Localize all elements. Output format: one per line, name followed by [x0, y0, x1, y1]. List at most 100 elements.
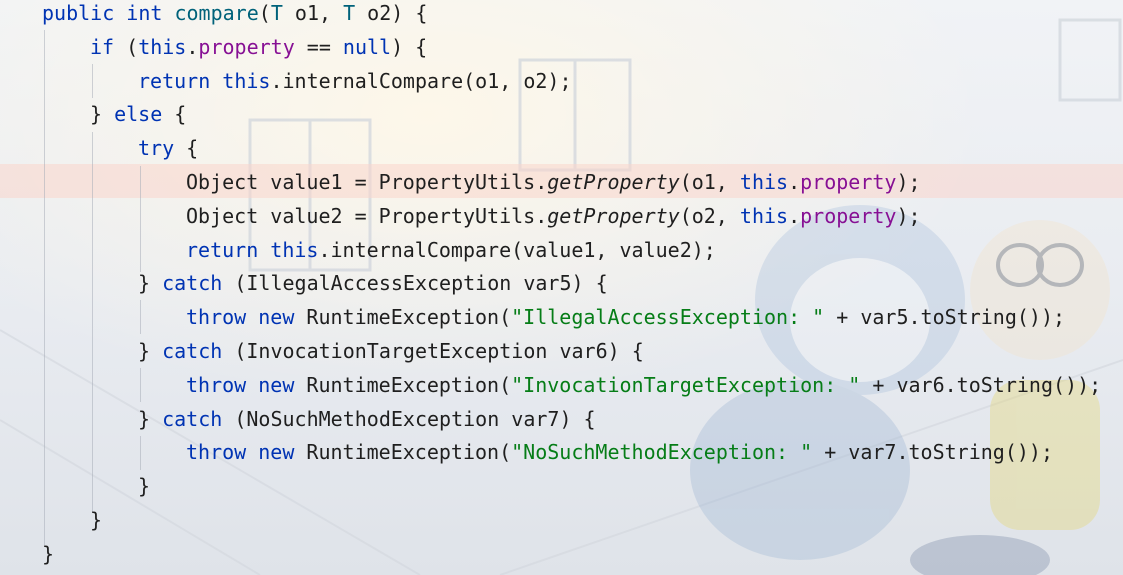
code-token-kw: throw — [186, 305, 247, 330]
code-token-field: property — [800, 203, 897, 228]
indent-guide — [92, 132, 93, 512]
code-token-field: property — [800, 170, 897, 194]
code-token: . — [788, 203, 801, 228]
code-token: (IllegalAccessException var5) { — [222, 271, 608, 296]
code-line[interactable]: return this.internalCompare(value1, valu… — [186, 233, 716, 267]
code-token: ) { — [391, 34, 428, 59]
code-editor[interactable]: public int compare(T o1, T o2) {if (this… — [0, 0, 1123, 575]
code-token: (NoSuchMethodException var7) { — [222, 406, 596, 431]
code-token: Object value1 = PropertyUtils. — [186, 170, 548, 194]
code-line[interactable]: } else { — [90, 97, 186, 131]
code-line[interactable]: } — [90, 503, 102, 537]
code-line[interactable]: throw new RuntimeException("IllegalAcces… — [186, 300, 1065, 334]
code-line[interactable]: Object value1 = PropertyUtils.getPropert… — [186, 165, 921, 199]
code-line[interactable]: } catch (InvocationTargetException var6)… — [138, 334, 644, 368]
code-line[interactable]: return this.internalCompare(o1, o2); — [138, 64, 572, 98]
code-token-kw: this — [739, 203, 789, 228]
code-token: . — [186, 34, 199, 59]
code-token-kw: catch — [162, 339, 223, 363]
code-token: } — [138, 406, 163, 431]
code-token: RuntimeException( — [294, 440, 512, 465]
code-token: == — [294, 34, 343, 59]
code-token: } — [90, 508, 103, 532]
code-token-kw: public — [42, 1, 115, 25]
code-line[interactable]: } catch (NoSuchMethodException var7) { — [138, 402, 596, 436]
code-line[interactable]: if (this.property == null) { — [90, 30, 427, 64]
indent-guide — [140, 368, 141, 402]
code-line[interactable]: throw new RuntimeException("NoSuchMethod… — [186, 435, 1053, 469]
code-token: o1, — [282, 1, 344, 25]
code-line[interactable]: public int compare(T o1, T o2) { — [42, 0, 427, 30]
code-token-str: "InvocationTargetException: " — [511, 372, 861, 397]
code-token: Object value2 = PropertyUtils. — [186, 203, 548, 228]
code-token-kw: new — [258, 372, 295, 397]
code-token: } — [42, 541, 55, 566]
code-token-kw: throw — [186, 440, 247, 465]
indent-guide — [140, 300, 141, 334]
code-token-it: getProperty — [547, 203, 680, 228]
code-token: . — [788, 170, 801, 194]
code-token: (o1, — [679, 170, 740, 194]
code-token-kw: throw — [186, 372, 247, 397]
code-token-kw: this — [270, 237, 319, 262]
code-token-kw: this — [222, 68, 271, 93]
indent-guide — [140, 436, 141, 470]
code-token-tp: T — [343, 1, 356, 25]
code-token-kw: return — [186, 237, 259, 262]
code-token: } — [138, 474, 151, 499]
code-token-tp: T — [270, 1, 283, 25]
code-token: } — [138, 339, 163, 363]
code-token-kw: try — [138, 136, 175, 161]
code-line[interactable]: Object value2 = PropertyUtils.getPropert… — [186, 199, 921, 233]
code-token-kw: new — [258, 440, 295, 465]
code-token-kw: this — [138, 34, 187, 59]
code-token-fn: compare — [174, 1, 259, 25]
indent-guide — [92, 64, 93, 98]
code-token: { — [174, 136, 199, 161]
code-token: .internalCompare(value1, value2); — [318, 237, 716, 262]
code-token-kw: if — [90, 34, 115, 59]
code-line[interactable]: } — [138, 469, 150, 503]
code-token: ( — [258, 1, 271, 25]
code-token-kw: new — [258, 305, 295, 330]
code-token: .internalCompare(o1, o2); — [270, 68, 572, 93]
code-token-kw: else — [114, 102, 163, 127]
indent-guide — [140, 166, 141, 272]
code-token: (InvocationTargetException var6) { — [222, 339, 644, 363]
code-token-field: property — [198, 34, 295, 59]
code-token-kw: int — [126, 1, 163, 25]
code-token-str: "NoSuchMethodException: " — [511, 440, 813, 465]
code-token-kw: null — [342, 34, 392, 59]
code-line[interactable]: throw new RuntimeException("InvocationTa… — [186, 368, 1101, 402]
code-token-kw: catch — [162, 406, 223, 431]
code-token: RuntimeException( — [294, 372, 512, 397]
code-line[interactable]: try { — [138, 131, 198, 165]
code-token: ( — [114, 34, 139, 59]
code-token-kw: catch — [162, 271, 223, 296]
code-token: ); — [896, 170, 921, 194]
code-token-kw: return — [138, 68, 211, 93]
code-token-it: getProperty — [547, 170, 680, 194]
code-token: + var6.toString()); — [860, 372, 1102, 397]
code-token: o2) { — [355, 1, 428, 25]
code-line[interactable]: } — [42, 537, 54, 571]
code-token: } — [138, 271, 163, 296]
code-token: RuntimeException( — [294, 305, 512, 330]
code-token: (o2, — [679, 203, 740, 228]
code-token-str: "IllegalAccessException: " — [511, 305, 825, 330]
code-token: { — [162, 102, 187, 127]
code-line[interactable]: } catch (IllegalAccessException var5) { — [138, 266, 608, 300]
code-token: + var7.toString()); — [812, 440, 1053, 465]
code-token: ); — [896, 203, 921, 228]
code-token: } — [90, 102, 115, 127]
code-token-kw: this — [739, 170, 789, 194]
indent-guide — [44, 30, 45, 545]
code-token: + var5.toString()); — [824, 305, 1066, 330]
